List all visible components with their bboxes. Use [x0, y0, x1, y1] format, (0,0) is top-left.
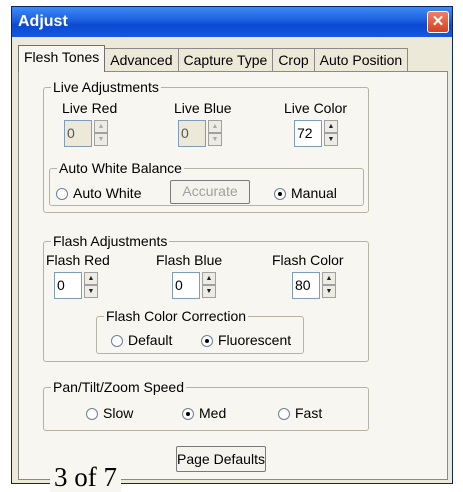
radio-icon — [111, 335, 123, 347]
radio-icon — [278, 408, 290, 420]
tab-advanced[interactable]: Advanced — [104, 48, 179, 72]
window-title: Adjust — [18, 13, 68, 30]
slow-radio[interactable]: Slow — [86, 405, 133, 421]
live-blue-value[interactable]: 0 — [178, 120, 206, 147]
auto-white-radio[interactable]: Auto White — [56, 185, 141, 201]
auto-white-balance-legend: Auto White Balance — [57, 160, 184, 176]
flash-blue-value[interactable]: 0 — [172, 272, 200, 299]
auto-white-balance-group: Auto White Balance Auto White Accurate M… — [49, 160, 364, 206]
up-arrow-icon[interactable]: ▲ — [202, 272, 216, 285]
down-arrow-icon[interactable]: ▼ — [202, 285, 216, 298]
flash-red-value[interactable]: 0 — [54, 272, 82, 299]
down-arrow-icon[interactable]: ▼ — [324, 133, 338, 146]
flash-color-label: Flash Color — [272, 252, 344, 268]
flash-color-correction-legend: Flash Color Correction — [104, 308, 249, 324]
radio-selected-icon — [201, 335, 213, 347]
live-color-label: Live Color — [284, 100, 348, 116]
med-radio[interactable]: Med — [182, 405, 226, 421]
down-arrow-icon[interactable]: ▼ — [322, 285, 336, 298]
radio-icon — [86, 408, 98, 420]
down-arrow-icon[interactable]: ▼ — [84, 285, 98, 298]
up-arrow-icon[interactable]: ▲ — [322, 272, 336, 285]
tab-auto-position[interactable]: Auto Position — [313, 48, 409, 72]
pan-tilt-zoom-group: Pan/Tilt/Zoom Speed Slow Med Fast — [43, 379, 369, 431]
fluorescent-label: Fluorescent — [218, 332, 292, 348]
flash-color-spinner[interactable]: 80 ▲ ▼ — [292, 272, 336, 302]
live-red-spinner[interactable]: 0 ▲ ▼ — [64, 120, 108, 150]
page-counter: 3 of 7 — [50, 462, 121, 492]
default-label: Default — [128, 332, 173, 348]
radio-selected-icon — [182, 408, 194, 420]
fluorescent-radio[interactable]: Fluorescent — [201, 332, 291, 348]
up-arrow-icon[interactable]: ▲ — [324, 120, 338, 133]
slow-label: Slow — [103, 405, 134, 421]
fast-radio[interactable]: Fast — [278, 405, 322, 421]
auto-white-label: Auto White — [73, 185, 142, 201]
manual-radio[interactable]: Manual — [274, 185, 337, 201]
live-blue-label: Live Blue — [174, 100, 232, 116]
flesh-tones-panel: Live Adjustments Live Red 0 ▲ ▼ Live Blu… — [18, 71, 448, 480]
page-defaults-button[interactable]: Page Defaults — [176, 446, 266, 472]
up-arrow-icon[interactable]: ▲ — [94, 120, 108, 133]
med-label: Med — [199, 405, 227, 421]
live-adjustments-legend: Live Adjustments — [51, 79, 161, 95]
radio-icon — [56, 188, 68, 200]
live-red-label: Live Red — [62, 100, 118, 116]
tab-flesh-tones[interactable]: Flesh Tones — [18, 45, 106, 72]
up-arrow-icon[interactable]: ▲ — [84, 272, 98, 285]
accurate-button[interactable]: Accurate — [170, 180, 250, 204]
title-bar[interactable]: Adjust ✕ — [12, 7, 452, 37]
flash-blue-label: Flash Blue — [156, 252, 223, 268]
up-arrow-icon[interactable]: ▲ — [208, 120, 222, 133]
flash-color-value[interactable]: 80 — [292, 272, 320, 299]
radio-selected-icon — [274, 188, 286, 200]
tab-crop[interactable]: Crop — [272, 48, 315, 72]
tab-capture-type[interactable]: Capture Type — [177, 48, 274, 72]
flash-adjustments-legend: Flash Adjustments — [51, 233, 170, 249]
live-blue-spinner[interactable]: 0 ▲ ▼ — [178, 120, 222, 150]
close-icon[interactable]: ✕ — [427, 11, 449, 33]
down-arrow-icon[interactable]: ▼ — [94, 133, 108, 146]
adjust-dialog: Adjust ✕ Flesh Tones Advanced Capture Ty… — [11, 6, 453, 484]
down-arrow-icon[interactable]: ▼ — [208, 133, 222, 146]
live-red-value[interactable]: 0 — [64, 120, 92, 147]
flash-color-correction-group: Flash Color Correction Default Fluoresce… — [96, 308, 304, 354]
flash-red-spinner[interactable]: 0 ▲ ▼ — [54, 272, 98, 302]
flash-adjustments-group: Flash Adjustments Flash Red 0 ▲ ▼ Flash … — [43, 233, 369, 362]
live-adjustments-group: Live Adjustments Live Red 0 ▲ ▼ Live Blu… — [43, 79, 369, 213]
pan-tilt-zoom-legend: Pan/Tilt/Zoom Speed — [51, 379, 186, 395]
flash-red-label: Flash Red — [46, 252, 110, 268]
live-color-spinner[interactable]: 72 ▲ ▼ — [294, 120, 338, 150]
default-radio[interactable]: Default — [111, 332, 172, 348]
tab-strip: Flesh Tones Advanced Capture Type Crop A… — [18, 45, 409, 72]
live-color-value[interactable]: 72 — [294, 120, 322, 147]
fast-label: Fast — [295, 405, 323, 421]
flash-blue-spinner[interactable]: 0 ▲ ▼ — [172, 272, 216, 302]
manual-label: Manual — [291, 185, 337, 201]
